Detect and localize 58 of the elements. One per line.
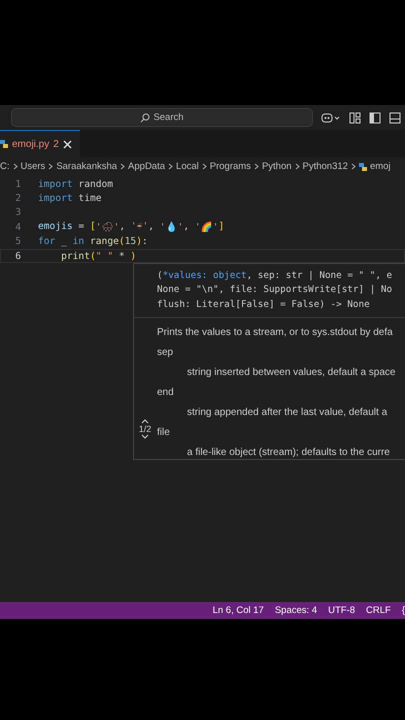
editor-tab[interactable]: emoji.py 2 <box>0 130 80 157</box>
problem-count: 2 <box>53 138 59 150</box>
status-item[interactable]: Spaces: 4 <box>274 605 318 616</box>
breadcrumb-item[interactable]: Saraakanksha <box>56 161 118 172</box>
chevron-icon <box>48 163 54 170</box>
param-name: file <box>157 426 171 440</box>
breadcrumb-item[interactable]: AppData <box>128 161 166 172</box>
robot-icon[interactable] <box>321 112 341 124</box>
up-chevron-icon[interactable] <box>141 419 149 424</box>
breadcrumb-item[interactable]: Local <box>176 161 199 172</box>
breadcrumb-item[interactable]: emoj <box>370 161 391 172</box>
chevron-icon <box>12 163 18 170</box>
line-number: 2 <box>14 193 21 204</box>
breadcrumb-item[interactable]: Users <box>20 161 46 172</box>
breadcrumb-item[interactable]: Python <box>262 161 292 172</box>
param-doc: string inserted between values, default a space <box>186 366 396 380</box>
signature-line: None = "\n", file: SupportsWrite[str] | No <box>157 283 392 298</box>
breadcrumb-item[interactable]: Python312 <box>302 161 348 172</box>
panel-icon[interactable] <box>389 112 401 124</box>
param-doc: string appended after the last value, default a <box>186 406 388 420</box>
description-text: Prints the values to a stream, or to sys.stdout by defa <box>157 326 394 340</box>
code-line: import random <box>38 178 114 190</box>
status-item[interactable]: Ln 6, Col 17 <box>212 605 264 616</box>
line-number: 6 <box>14 250 21 262</box>
status-item[interactable]: UTF-8 <box>328 605 355 616</box>
down-chevron-icon[interactable] <box>141 434 149 439</box>
line-number: 1 <box>14 178 21 190</box>
tab-label: emoji.py <box>12 138 50 150</box>
close-icon[interactable] <box>62 140 72 148</box>
code-line: for _ in range(15): <box>38 236 148 248</box>
chevron-icon <box>294 163 300 170</box>
signature-line: (*values: object, sep: str | None = " ", e <box>157 269 392 283</box>
chevron-icon <box>202 163 207 170</box>
chevron-icon <box>254 163 259 170</box>
sidebar-icon[interactable] <box>369 112 381 124</box>
python-file-icon <box>358 162 367 172</box>
chevron-icon <box>168 163 174 170</box>
line-number: 4 <box>14 222 21 233</box>
status-item[interactable]: { <box>402 605 405 616</box>
chevron-icon <box>350 163 356 170</box>
breadcrumb-item[interactable]: C: <box>0 161 10 172</box>
param-name: end <box>157 386 175 400</box>
python-file-icon <box>0 139 8 149</box>
code-line: import time <box>38 193 102 204</box>
chevron-icon <box>120 163 126 170</box>
breadcrumb-item[interactable]: Programs <box>210 161 251 172</box>
param-name: sep <box>157 346 174 360</box>
layout-icon[interactable] <box>349 112 361 124</box>
line-number: 5 <box>14 236 21 248</box>
param-doc: a file-like object (stream); defaults to the curre <box>186 446 391 459</box>
code-line: emojis = ['🌧', '☔', '💧', '🌈'] <box>38 221 224 234</box>
status-item[interactable]: CRLF <box>366 605 391 616</box>
search-field[interactable]: Search <box>11 108 313 127</box>
signature-line: flush: Literal[False] = False) -> None <box>157 298 370 312</box>
code-line: print(" " * ) <box>60 250 136 262</box>
page-counter: 1/2 <box>138 424 152 434</box>
search-icon <box>140 112 150 122</box>
line-number: 3 <box>14 207 21 218</box>
